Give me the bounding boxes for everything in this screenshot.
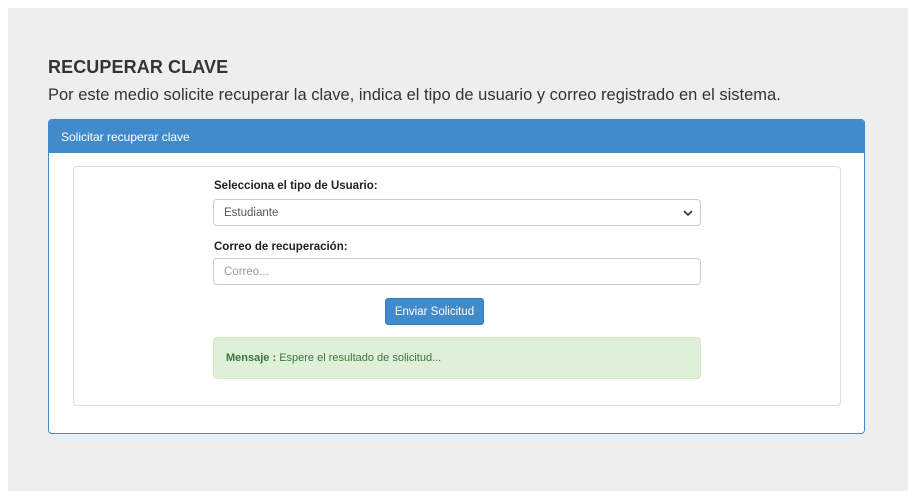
status-message: Mensaje : Espere el resultado de solicit… — [213, 337, 701, 379]
status-message-label: Mensaje : — [226, 352, 277, 364]
chevron-down-icon — [683, 210, 693, 216]
recovery-panel: Solicitar recuperar clave Selecciona el … — [48, 119, 865, 434]
email-label: Correo de recuperación: — [214, 241, 348, 253]
email-field[interactable] — [213, 258, 701, 285]
panel-heading: Solicitar recuperar clave — [49, 120, 864, 153]
user-type-selected-value: Estudiante — [224, 207, 279, 219]
submit-request-button[interactable]: Enviar Solicitud — [385, 298, 484, 325]
user-type-label: Selecciona el tipo de Usuario: — [214, 180, 378, 192]
recovery-form: Selecciona el tipo de Usuario: Estudiant… — [73, 166, 841, 406]
page-lead: Por este medio solicite recuperar la cla… — [48, 86, 781, 104]
status-message-text: Espere el resultado de solicitud... — [276, 352, 442, 364]
page-title: RECUPERAR CLAVE — [48, 57, 229, 77]
user-type-select[interactable]: Estudiante — [213, 199, 701, 226]
